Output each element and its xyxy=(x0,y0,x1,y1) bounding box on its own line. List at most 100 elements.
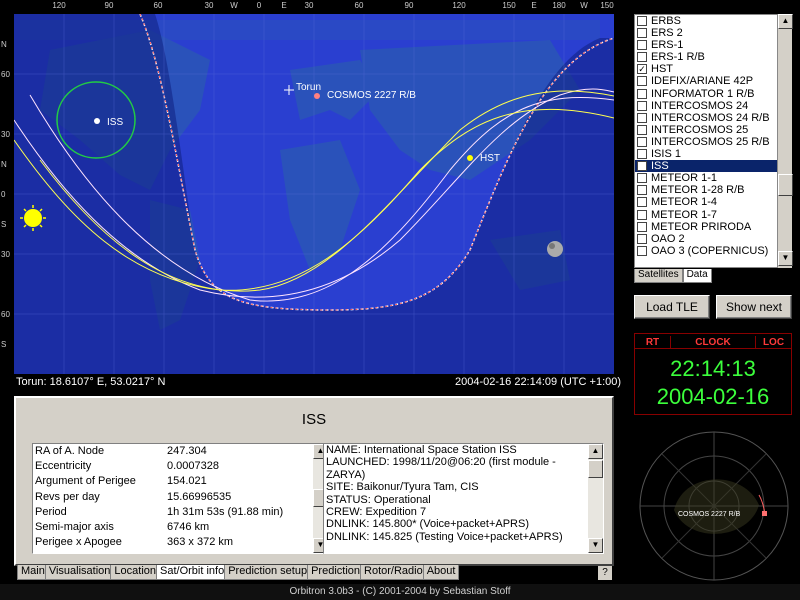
radar-view[interactable]: COSMOS 2227 R/B xyxy=(634,420,794,585)
satellite-list-item[interactable]: METEOR 1-4 xyxy=(635,196,791,208)
checkbox-icon[interactable] xyxy=(637,245,647,256)
param-key: Revs per day xyxy=(35,490,100,503)
lon-label: 30 xyxy=(304,1,314,10)
checkbox-icon[interactable] xyxy=(637,221,647,232)
rt-toggle[interactable]: RT xyxy=(635,336,671,349)
tab-satellites[interactable]: Satellites xyxy=(634,269,683,283)
hst-label[interactable]: HST xyxy=(480,153,500,164)
list-scrollbar[interactable]: ▲ ▼ xyxy=(777,14,793,268)
map-status-bar: Torun: 18.6107° E, 53.0217° N 2004-02-16… xyxy=(0,374,628,392)
iss-marker[interactable] xyxy=(94,118,100,124)
checkbox-icon[interactable] xyxy=(637,28,647,39)
tab-sat-orbit-info[interactable]: Sat/Orbit info xyxy=(156,565,229,580)
satellite-list-item[interactable]: ✓ HST xyxy=(635,63,791,75)
satellite-name: INTERCOSMOS 25 xyxy=(651,123,749,136)
show-next-button[interactable]: Show next xyxy=(716,295,792,319)
checkbox-icon[interactable] xyxy=(637,209,647,220)
load-tle-button[interactable]: Load TLE xyxy=(634,295,710,319)
param-key: Semi-major axis xyxy=(35,520,114,533)
satellite-list-item[interactable]: METEOR 1-1 xyxy=(635,172,791,184)
satellite-name: OAO 2 xyxy=(651,232,685,245)
satellite-list-item[interactable]: OAO 2 xyxy=(635,233,791,245)
scroll-up-icon[interactable]: ▲ xyxy=(778,14,793,29)
tab-visualisation[interactable]: Visualisation xyxy=(44,565,115,580)
satellite-list-item[interactable]: IDEFIX/ARIANE 42P xyxy=(635,75,791,87)
status-bar: Orbitron 3.0b3 - (C) 2001-2004 by Sebast… xyxy=(0,584,800,600)
tab-prediction[interactable]: Prediction xyxy=(307,565,365,580)
satellite-list-item[interactable]: ERS-1 xyxy=(635,39,791,51)
scroll-up-icon[interactable]: ▲ xyxy=(588,444,603,459)
iss-label[interactable]: ISS xyxy=(107,117,123,128)
desc-scrollbar[interactable]: ▲ ▼ xyxy=(588,444,603,553)
lon-label: 0 xyxy=(256,1,262,10)
checkbox-icon[interactable] xyxy=(637,76,647,87)
checkbox-icon[interactable] xyxy=(637,52,647,63)
checkbox-icon[interactable] xyxy=(637,173,647,184)
checkbox-icon[interactable] xyxy=(637,233,647,244)
checkbox-icon[interactable] xyxy=(637,100,647,111)
description-line: SITE: Baikonur/Tyura Tam, CIS xyxy=(326,481,479,494)
satellite-list-item[interactable]: OAO 3 (COPERNICUS) xyxy=(635,245,791,257)
param-value: 0.0007328 xyxy=(167,460,219,473)
tab-data[interactable]: Data xyxy=(682,269,712,283)
satellite-list[interactable]: ERBS ERS 2 ERS-1 ERS-1 R/B ✓ HST IDEFIX/ARIANE… xyxy=(634,14,792,268)
satellite-list-item[interactable]: INTERCOSMOS 24 xyxy=(635,100,791,112)
description-line: STATUS: Operational xyxy=(326,493,431,506)
hst-marker[interactable] xyxy=(467,155,473,161)
satellite-list-item[interactable]: INTERCOSMOS 25 xyxy=(635,124,791,136)
satellite-list-item[interactable]: METEOR 1-28 R/B xyxy=(635,184,791,196)
satellite-list-item[interactable]: INTERCOSMOS 25 R/B xyxy=(635,136,791,148)
scroll-thumb[interactable] xyxy=(588,460,603,478)
radar-sat-marker xyxy=(762,511,767,516)
lat-label: 60 xyxy=(1,70,10,79)
checkbox-icon[interactable] xyxy=(637,197,647,208)
scroll-down-icon[interactable]: ▼ xyxy=(778,251,793,266)
tab-prediction-setup[interactable]: Prediction setup xyxy=(224,565,312,580)
sun-icon xyxy=(24,209,42,227)
cosmos-label[interactable]: COSMOS 2227 R/B xyxy=(327,90,416,101)
satellite-name: ERS-1 R/B xyxy=(651,51,705,64)
checkbox-icon[interactable] xyxy=(637,185,647,196)
checkbox-icon[interactable] xyxy=(637,88,647,99)
satellite-name: INTERCOSMOS 24 xyxy=(651,99,749,112)
param-key: Argument of Perigee xyxy=(35,475,136,488)
checkbox-icon[interactable] xyxy=(637,149,647,160)
satellite-name: METEOR PRIRODA xyxy=(651,220,752,233)
scroll-thumb[interactable] xyxy=(778,174,793,196)
param-key: Eccentricity xyxy=(35,460,92,473)
checkbox-icon[interactable] xyxy=(637,112,647,123)
satellite-list-item[interactable]: METEOR 1-7 xyxy=(635,209,791,221)
checkbox-icon[interactable] xyxy=(637,124,647,135)
observer-label: Torun xyxy=(296,82,322,93)
satellite-list-item[interactable]: INFORMATOR 1 R/B xyxy=(635,88,791,100)
radar-label: COSMOS 2227 R/B xyxy=(678,511,741,518)
satellite-list-item[interactable]: ERS 2 xyxy=(635,27,791,39)
checkbox-icon[interactable]: ✓ xyxy=(637,161,647,172)
checkbox-icon[interactable]: ✓ xyxy=(637,64,647,75)
tab-rotor-radio[interactable]: Rotor/Radio xyxy=(360,565,427,580)
world-map[interactable]: 120 90 60 30 W 0 E 30 60 90 120 150 E 18… xyxy=(0,0,628,394)
orbit-params[interactable]: RA of A. Node 247.304 Eccentricity 0.000732… xyxy=(32,443,329,554)
description-line: NAME: International Space Station ISS xyxy=(326,444,517,456)
satellite-list-item[interactable]: ERBS xyxy=(635,15,791,27)
satellite-description[interactable]: NAME: International Space Station ISS LAU… xyxy=(323,443,604,554)
satellite-list-item[interactable]: INTERCOSMOS 24 R/B xyxy=(635,112,791,124)
checkbox-icon[interactable] xyxy=(637,40,647,51)
cosmos-marker[interactable] xyxy=(314,93,320,99)
tab-about[interactable]: About xyxy=(422,565,460,580)
param-value: 154.021 xyxy=(167,475,207,488)
map-canvas[interactable] xyxy=(0,0,628,376)
checkbox-icon[interactable] xyxy=(637,16,647,26)
param-value: 1h 31m 53s (91.88 min) xyxy=(167,505,284,518)
satellite-list-item[interactable]: ✓ ISS xyxy=(635,160,791,173)
param-key: Perigee x Apogee xyxy=(35,536,122,549)
lon-label: 150 xyxy=(502,1,516,10)
satellite-list-item[interactable]: METEOR PRIRODA xyxy=(635,221,791,233)
satellite-list-item[interactable]: ISIS 1 xyxy=(635,148,791,160)
satellite-list-item[interactable]: ERS-1 R/B xyxy=(635,51,791,63)
tab-location[interactable]: Location xyxy=(110,565,160,580)
checkbox-icon[interactable] xyxy=(637,136,647,147)
loc-toggle[interactable]: LOC xyxy=(755,336,791,349)
scroll-down-icon[interactable]: ▼ xyxy=(588,538,603,553)
help-button[interactable]: ? xyxy=(598,566,612,580)
